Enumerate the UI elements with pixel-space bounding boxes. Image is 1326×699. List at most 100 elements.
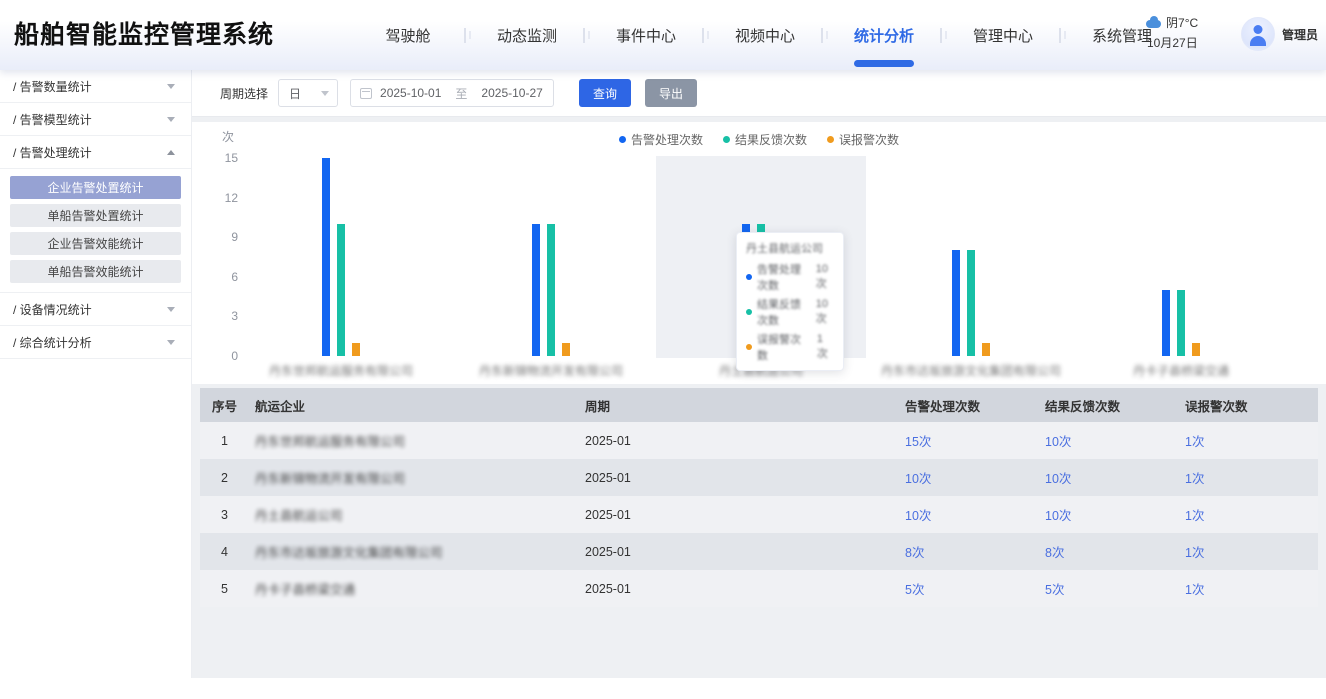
bar-false-alarm[interactable] <box>352 343 360 356</box>
weather-widget: 阴7°C 10月27日 <box>1146 14 1226 51</box>
tooltip-row: 结果反馈次数 10 次 <box>746 296 834 328</box>
cell-index: 3 <box>200 508 255 522</box>
bar-false-alarm[interactable] <box>1192 343 1200 356</box>
cell-handled[interactable]: 5次 <box>905 579 1045 598</box>
x-axis-label: 丹东世邦航运服务有限公司 <box>236 362 446 379</box>
nav-tab-event-center[interactable]: 事件中心 <box>594 0 698 70</box>
cell-feedback[interactable]: 10次 <box>1045 468 1185 487</box>
date-range-picker[interactable]: 2025-10-01 至 2025-10-27 <box>350 79 554 107</box>
top-bar: 船舶智能监控管理系统 驾驶舱动态监测事件中心视频中心统计分析管理中心系统管理 阴… <box>0 0 1326 70</box>
top-nav: 驾驶舱动态监测事件中心视频中心统计分析管理中心系统管理 <box>356 0 1174 70</box>
legend-item-1[interactable]: 结果反馈次数 <box>723 131 807 148</box>
sidebar-item-comprehensive-stats[interactable]: / 综合统计分析 <box>0 326 191 359</box>
sidebar-subitem-enterprise-alarm-efficiency-stats[interactable]: 企业告警效能统计 <box>10 232 181 255</box>
category-band <box>446 156 656 358</box>
table-header-cell: 航运企业 <box>255 396 585 415</box>
bar-handled[interactable] <box>532 224 540 356</box>
cell-feedback[interactable]: 10次 <box>1045 431 1185 450</box>
cell-false-alarm[interactable]: 1次 <box>1185 542 1318 561</box>
cell-false-alarm[interactable]: 1次 <box>1185 431 1318 450</box>
x-axis-label: 丹东新锦物流开发有限公司 <box>446 362 656 379</box>
period-select-value: 日 <box>289 85 301 102</box>
cell-handled[interactable]: 8次 <box>905 542 1045 561</box>
bar-feedback[interactable] <box>547 224 555 356</box>
y-axis-tick: 9 <box>202 230 238 244</box>
bar-group <box>1076 290 1286 356</box>
series-dot-icon <box>827 136 834 143</box>
sidebar-item-alarm-model-stats[interactable]: / 告警模型统计 <box>0 103 191 136</box>
nav-divider <box>698 0 713 70</box>
legend-item-2[interactable]: 误报警次数 <box>827 131 899 148</box>
cell-handled[interactable]: 15次 <box>905 431 1045 450</box>
nav-tab-label: 统计分析 <box>854 25 914 46</box>
export-button[interactable]: 导出 <box>645 79 697 107</box>
sidebar-item-alarm-handling-stats[interactable]: / 告警处理统计 <box>0 136 191 169</box>
bar-false-alarm[interactable] <box>982 343 990 356</box>
query-button[interactable]: 查询 <box>579 79 631 107</box>
bar-handled[interactable] <box>1162 290 1170 356</box>
statistics-table: 序号航运企业周期告警处理次数结果反馈次数误报警次数 1丹东世邦航运服务有限公司2… <box>200 388 1318 607</box>
bar-feedback[interactable] <box>337 224 345 356</box>
cell-false-alarm[interactable]: 1次 <box>1185 468 1318 487</box>
bar-group <box>446 224 656 356</box>
cloud-icon <box>1146 20 1161 28</box>
cell-false-alarm[interactable]: 1次 <box>1185 505 1318 524</box>
legend-item-0[interactable]: 告警处理次数 <box>619 131 703 148</box>
bar-handled[interactable] <box>322 158 330 356</box>
weather-text: 阴7°C <box>1166 14 1198 31</box>
table-body: 1丹东世邦航运服务有限公司2025-0115次10次1次 2丹东新锦物流开发有限公… <box>200 422 1318 607</box>
bar-group <box>866 250 1076 356</box>
table-header-row: 序号航运企业周期告警处理次数结果反馈次数误报警次数 <box>200 388 1318 422</box>
nav-tab-cockpit[interactable]: 驾驶舱 <box>356 0 460 70</box>
cell-handled[interactable]: 10次 <box>905 505 1045 524</box>
sidebar-subitem-ship-alarm-disposal-stats[interactable]: 单船告警处置统计 <box>10 204 181 227</box>
bar-feedback[interactable] <box>1177 290 1185 356</box>
table-row: 1丹东世邦航运服务有限公司2025-0115次10次1次 <box>200 422 1318 459</box>
sidebar-item-label: / 设备情况统计 <box>13 301 92 318</box>
date-separator: 至 <box>455 85 467 102</box>
cell-company: 丹东世邦航运服务有限公司 <box>255 431 585 450</box>
nav-tab-label: 管理中心 <box>973 25 1033 46</box>
nav-divider <box>579 0 594 70</box>
sidebar-item-alarm-count-stats[interactable]: / 告警数量统计 <box>0 70 191 103</box>
y-axis-tick: 3 <box>202 309 238 323</box>
chevron-down-icon <box>167 117 175 122</box>
cell-feedback[interactable]: 10次 <box>1045 505 1185 524</box>
table-header-cell: 告警处理次数 <box>905 396 1045 415</box>
chevron-down-icon <box>167 340 175 345</box>
sidebar-subitem-enterprise-alarm-disposal-stats[interactable]: 企业告警处置统计 <box>10 176 181 199</box>
cell-feedback[interactable]: 8次 <box>1045 542 1185 561</box>
sidebar-submenu: 企业告警处置统计单船告警处置统计企业告警效能统计单船告警效能统计 <box>0 169 191 293</box>
cell-period: 2025-01 <box>585 582 905 596</box>
date-start-value[interactable]: 2025-10-01 <box>380 86 441 100</box>
legend-label: 结果反馈次数 <box>735 131 807 148</box>
cell-index: 2 <box>200 471 255 485</box>
bar-false-alarm[interactable] <box>562 343 570 356</box>
cell-company: 丹东新锦物流开发有限公司 <box>255 468 585 487</box>
table-header-cell: 周期 <box>585 396 905 415</box>
x-axis-label: 丹卡子县桥梁交通 <box>1076 362 1286 379</box>
tooltip-row: 告警处理次数 10 次 <box>746 261 834 293</box>
cell-handled[interactable]: 10次 <box>905 468 1045 487</box>
user-menu[interactable]: 管理员 <box>1241 17 1318 51</box>
date-end-value[interactable]: 2025-10-27 <box>481 86 542 100</box>
sidebar-item-label: / 告警模型统计 <box>13 111 92 128</box>
nav-tab-dynamic-monitoring[interactable]: 动态监测 <box>475 0 579 70</box>
filter-bar: 周期选择 日 2025-10-01 至 2025-10-27 查询 导出 <box>192 70 1326 117</box>
sidebar-item-device-status-stats[interactable]: / 设备情况统计 <box>0 293 191 326</box>
cell-feedback[interactable]: 5次 <box>1045 579 1185 598</box>
nav-tab-video-center[interactable]: 视频中心 <box>713 0 817 70</box>
period-select[interactable]: 日 <box>278 79 338 107</box>
bar-handled[interactable] <box>952 250 960 356</box>
chevron-up-icon <box>167 150 175 155</box>
bar-feedback[interactable] <box>967 250 975 356</box>
nav-tab-statistics-analysis[interactable]: 统计分析 <box>832 0 936 70</box>
table-row: 3丹土县航运公司2025-0110次10次1次 <box>200 496 1318 533</box>
series-dot-icon <box>746 344 752 350</box>
legend-label: 误报警次数 <box>839 131 899 148</box>
nav-tab-management-center[interactable]: 管理中心 <box>951 0 1055 70</box>
chevron-down-icon <box>167 84 175 89</box>
sidebar-subitem-ship-alarm-efficiency-stats[interactable]: 单船告警效能统计 <box>10 260 181 283</box>
weather-date: 10月27日 <box>1146 34 1226 51</box>
cell-false-alarm[interactable]: 1次 <box>1185 579 1318 598</box>
